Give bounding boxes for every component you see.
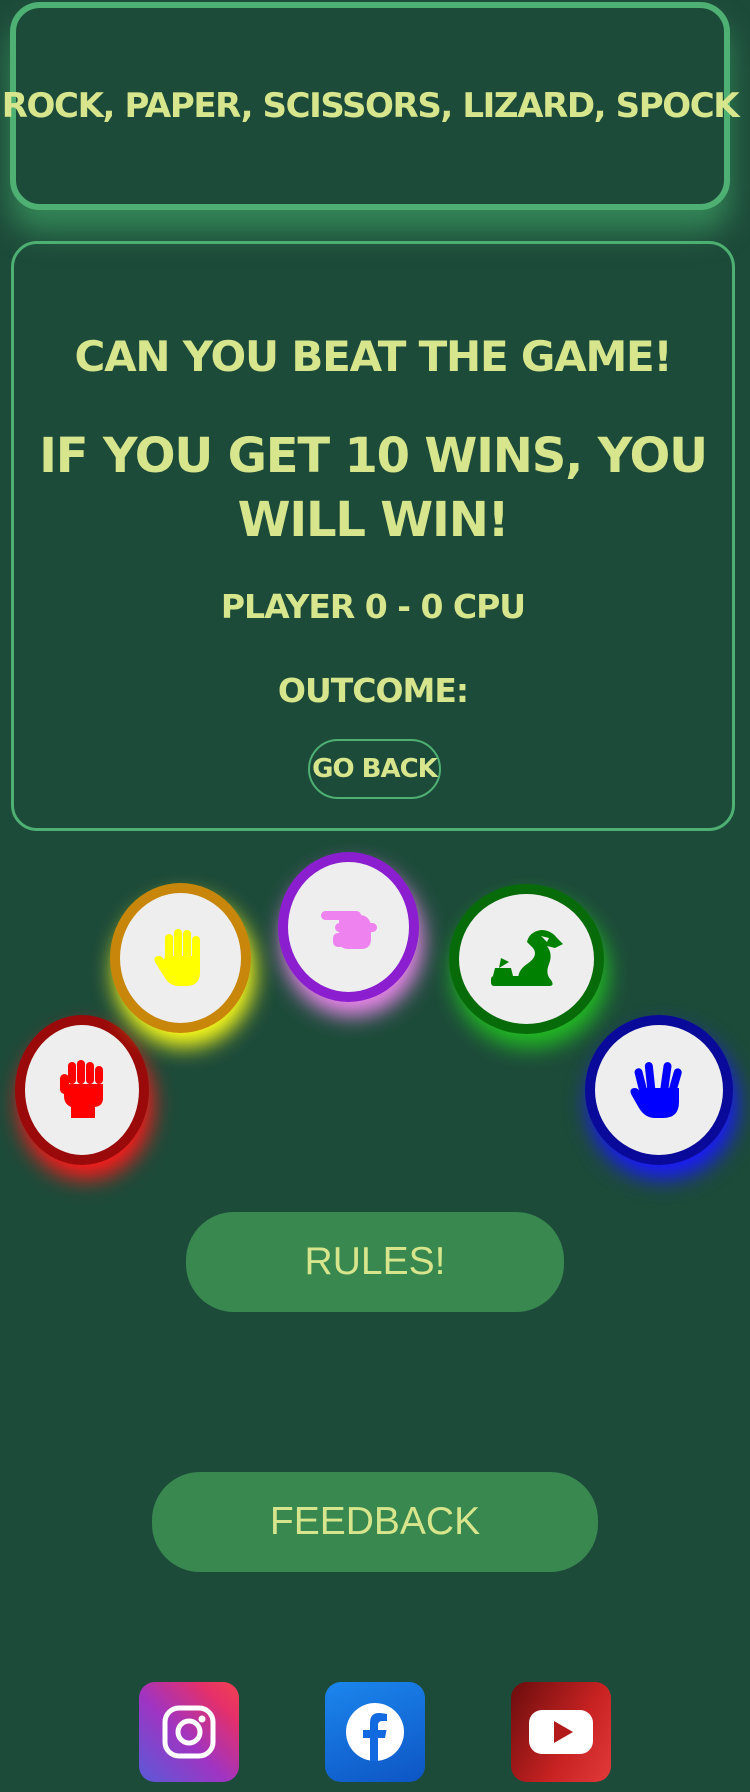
feedback-button[interactable]: FEEDBACK bbox=[152, 1472, 598, 1572]
hand-spock-icon bbox=[630, 1062, 682, 1118]
hand-open-icon bbox=[154, 929, 200, 986]
facebook-icon bbox=[346, 1703, 404, 1761]
instagram-link[interactable] bbox=[139, 1682, 239, 1782]
instagram-icon bbox=[162, 1705, 216, 1759]
game-title: ROCK, PAPER, SCISSORS, LIZARD, SPOCK bbox=[1, 86, 740, 126]
hand-fist-icon bbox=[60, 1060, 103, 1118]
game-info-panel: CAN YOU BEAT THE GAME! IF YOU GET 10 WIN… bbox=[11, 241, 735, 831]
paper-button[interactable] bbox=[110, 883, 251, 1033]
challenge-heading: CAN YOU BEAT THE GAME! bbox=[74, 332, 673, 381]
go-back-button[interactable]: GO BACK bbox=[308, 739, 441, 799]
youtube-icon bbox=[529, 1710, 593, 1754]
facebook-link[interactable] bbox=[325, 1682, 425, 1782]
scissors-button[interactable] bbox=[278, 852, 419, 1002]
lizard-button[interactable] bbox=[449, 884, 604, 1034]
score-display: PLAYER 0 - 0 CPU bbox=[220, 587, 526, 626]
title-banner: ROCK, PAPER, SCISSORS, LIZARD, SPOCK bbox=[2, 2, 740, 210]
goal-heading: IF YOU GET 10 WINS, YOU WILL WIN! bbox=[39, 428, 708, 548]
youtube-link[interactable] bbox=[511, 1682, 611, 1782]
rules-button[interactable]: RULES! bbox=[186, 1212, 564, 1312]
hand-scissors-icon bbox=[320, 911, 377, 949]
rock-button[interactable] bbox=[15, 1015, 149, 1165]
outcome-display: OUTCOME: bbox=[277, 671, 469, 710]
spock-button[interactable] bbox=[585, 1015, 733, 1165]
dragon-icon bbox=[490, 930, 563, 986]
